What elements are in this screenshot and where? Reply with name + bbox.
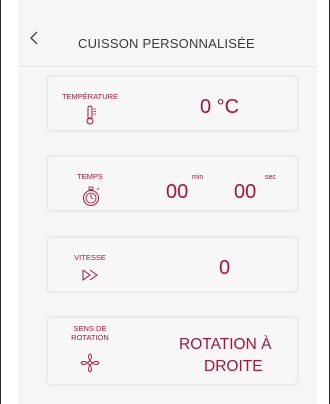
speed-label: VITESSE bbox=[74, 253, 106, 262]
fast-forward-icon bbox=[82, 269, 98, 281]
page-title: CUISSON PERSONNALISÉE bbox=[78, 36, 255, 51]
fan-rotation-icon bbox=[80, 353, 100, 373]
stopwatch-icon bbox=[83, 186, 100, 206]
back-button[interactable] bbox=[28, 30, 46, 50]
temperature-label: TEMPÉRATURE bbox=[61, 92, 119, 101]
temperature-card[interactable]: TEMPÉRATURE 0 °C bbox=[46, 75, 299, 132]
time-minutes-unit: min bbox=[192, 174, 204, 181]
rotation-value-line2: DROITE bbox=[204, 358, 263, 375]
rotation-value-line1: ROTATION À bbox=[179, 336, 272, 353]
thermometer-icon bbox=[86, 105, 96, 125]
rotation-label-line2: ROTATION bbox=[71, 333, 109, 342]
time-label: TEMPS bbox=[77, 172, 103, 181]
rotation-label-line1: SENS DE bbox=[73, 324, 107, 333]
chevron-left-icon bbox=[30, 31, 38, 45]
speed-card[interactable]: VITESSE 0 bbox=[46, 236, 299, 293]
time-seconds-unit: sec bbox=[265, 174, 276, 181]
time-minutes: 00 bbox=[166, 181, 189, 203]
app-screen: CUISSON PERSONNALISÉE TEMPÉRATURE 0 °C T… bbox=[18, 0, 317, 404]
page-header: CUISSON PERSONNALISÉE bbox=[18, 0, 317, 67]
rotation-card[interactable]: SENS DE ROTATION ROTATION À DROITE bbox=[46, 316, 299, 386]
time-card[interactable]: TEMPS 00 min 00 sec bbox=[46, 155, 299, 212]
time-seconds: 00 bbox=[234, 181, 257, 203]
speed-value: 0 bbox=[219, 257, 231, 279]
temperature-value: 0 °C bbox=[200, 96, 240, 118]
